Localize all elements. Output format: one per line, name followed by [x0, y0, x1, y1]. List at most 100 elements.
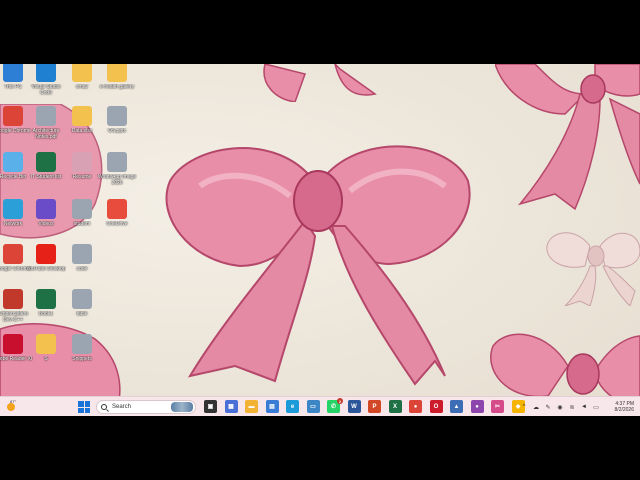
show-hidden-icons-chevron-icon[interactable]: ^ [520, 403, 528, 411]
desktop-icon-grid: This PC Visual Studio Code cms2 e-health ga… [0, 64, 140, 394]
wifi-icon[interactable]: ≋ [568, 403, 576, 411]
taskbar-app-task-view[interactable]: ▣ [204, 400, 217, 413]
folder-icon [36, 334, 56, 354]
folder-icon [72, 64, 92, 82]
pen-icon[interactable]: ✎ [544, 403, 552, 411]
desktop-icon[interactable]: Architecture Notes.pdf [27, 106, 65, 152]
document-icon [72, 289, 92, 309]
computer-icon [3, 64, 23, 82]
desktop-icon-label: student [73, 221, 91, 227]
desktop-icon[interactable]: table [63, 289, 101, 335]
desktop-icon-label: Architecture Notes.pdf [32, 128, 60, 140]
desktop-icon[interactable]: Book1 [27, 289, 65, 335]
desktop-icon[interactable]: Visual Studio Code [27, 64, 65, 108]
desktop-icon-label: Snippets [72, 356, 92, 362]
desktop-icon[interactable]: S [27, 334, 65, 380]
taskbar-app-files[interactable]: ▭ [306, 400, 320, 413]
taskbar-app-chrome[interactable]: ● [409, 400, 422, 413]
document-icon [72, 152, 92, 172]
app-icon [107, 199, 127, 219]
taskbar-app-chrome-profile[interactable]: ● [470, 400, 484, 413]
cloud-icon[interactable]: ☁ [532, 403, 540, 411]
taskbar-app-excel[interactable]: X [388, 400, 402, 413]
wallpaper-bow-faded [545, 226, 640, 306]
volume-icon[interactable]: ◄ [580, 403, 588, 411]
chrome-icon: ● [475, 403, 479, 410]
network-icon [3, 199, 23, 219]
photos-icon: ▲ [453, 403, 460, 410]
taskbar-app-photos[interactable]: ▲ [450, 400, 463, 413]
image-file-icon [107, 152, 127, 172]
document-icon [72, 199, 92, 219]
chrome-icon: ● [413, 403, 418, 410]
excel-icon [36, 152, 56, 172]
desktop-icon[interactable]: Videos [27, 199, 65, 245]
desktop-icon[interactable]: YouTube Desktop [26, 244, 66, 290]
devcpp-icon [3, 289, 23, 309]
battery-icon[interactable]: ▭ [592, 403, 600, 411]
desktop-icon-label: cms2 [76, 84, 88, 90]
weather-temperature: 87° [10, 399, 17, 404]
taskbar-app-powerpoint[interactable]: P [368, 400, 381, 413]
desktop-icon[interactable]: e-health gallery [98, 64, 136, 108]
desktop-icon-label: OneDrive [106, 221, 128, 227]
desktop-icon-label: OS.pptx [107, 128, 127, 134]
wallpaper-bow-large [160, 126, 475, 386]
excel-icon: X [392, 403, 397, 410]
word-icon: W [351, 403, 357, 410]
taskbar-app-word[interactable]: W [347, 400, 361, 413]
taskbar-app-widgets[interactable]: ▦ [224, 400, 238, 413]
desktop: This PC Visual Studio Code cms2 e-health ga… [0, 64, 640, 416]
desktop-icon[interactable]: OneDrive [98, 199, 136, 245]
taskbar-app-file-explorer[interactable]: ▬ [245, 400, 258, 413]
acrobat-icon [3, 334, 23, 354]
desktop-icon[interactable]: student [63, 199, 101, 245]
weather-widget[interactable]: 87° [3, 399, 19, 415]
desktop-icon[interactable]: Resume [63, 152, 101, 198]
excel-icon [36, 289, 56, 309]
desktop-icon-label: YouTube Desktop [26, 266, 66, 272]
chrome-icon [3, 106, 23, 126]
vscode-icon [36, 64, 56, 82]
snipping-tool-icon: ✂ [494, 404, 501, 410]
taskbar-app-whatsapp[interactable]: ✆ 2 [327, 398, 343, 413]
desktop-icon[interactable]: OS.pptx [98, 106, 136, 152]
desktop-icon[interactable]: IT Student list [27, 152, 65, 198]
document-icon [107, 106, 127, 126]
desktop-icon-label: Book1 [38, 311, 54, 317]
video-icon [36, 199, 56, 219]
desktop-icon[interactable]: Data.xlsx [63, 106, 101, 152]
recycle-bin-icon [3, 152, 23, 172]
folder-icon [107, 64, 127, 82]
wallpaper-bow-top-right [495, 64, 640, 214]
whatsapp-icon: ✆ [330, 404, 337, 410]
taskbar-app-snipping-tool[interactable]: ✂ [491, 400, 504, 413]
desktop-icon-label: e-health gallery [99, 84, 135, 90]
task-view-icon: ▣ [207, 404, 214, 410]
widgets-icon: ▦ [228, 404, 234, 410]
opera-icon: O [433, 403, 439, 410]
clock[interactable]: 4:37 PM 8/2/2026 [602, 401, 634, 413]
taskbar-app-store[interactable]: ▤ [265, 400, 279, 413]
desktop-icon[interactable]: cms2 [63, 64, 101, 108]
desktop-icon-label: Data.xlsx [71, 128, 93, 134]
start-button[interactable] [78, 401, 90, 413]
edge-icon: e [290, 403, 295, 410]
powerpoint-icon: P [372, 403, 377, 410]
desktop-icon[interactable]: WhatsApp Image 2026 [98, 152, 136, 198]
taskbar-search-box[interactable]: Search [96, 400, 196, 414]
notification-badge: 2 [337, 398, 343, 404]
desktop-icon[interactable]: Snippets [63, 334, 101, 380]
desktop-icon[interactable]: code [63, 244, 101, 290]
document-icon [72, 334, 92, 354]
document-icon [72, 244, 92, 264]
desktop-icon-label: WhatsApp Image 2026 [97, 174, 137, 186]
taskbar: 87° Search ▣ ▦ ▬ ▤ e ▭ ✆ 2 W P X ● O ▲ ● ✂ ◆ ^ ☁ ✎ ◉ ≋ ◄… [0, 396, 640, 416]
taskbar-app-opera[interactable]: O [429, 400, 443, 413]
wallpaper-bow-top [255, 64, 380, 102]
search-highlight-image [171, 402, 193, 412]
desktop-icon-label: table [76, 311, 88, 317]
microphone-icon[interactable]: ◉ [556, 403, 564, 411]
files-icon: ▭ [310, 404, 316, 410]
taskbar-app-edge[interactable]: e [286, 400, 299, 413]
